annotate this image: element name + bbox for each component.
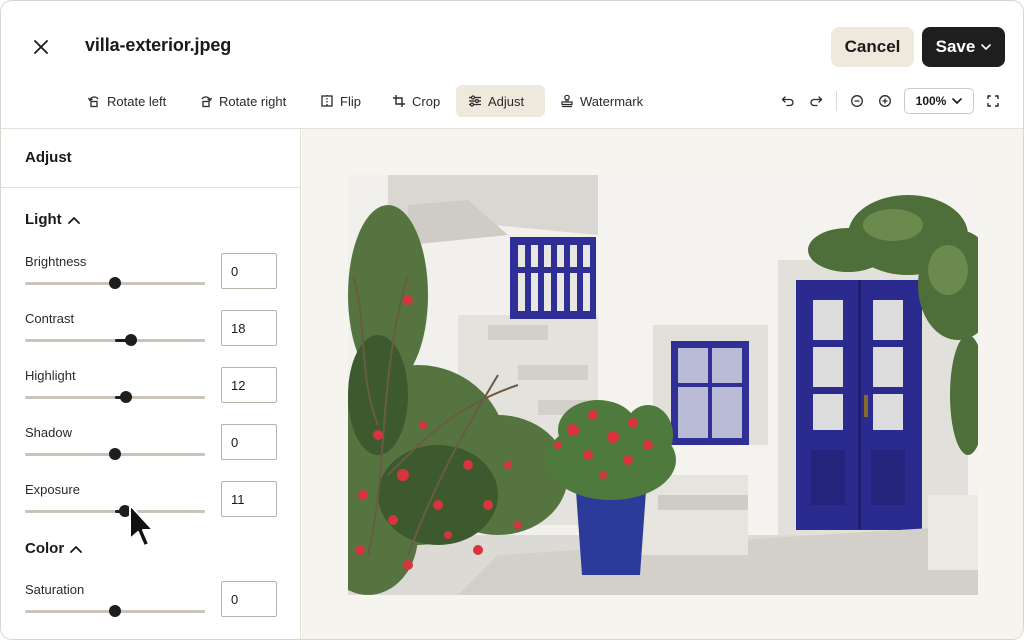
shadow-label: Shadow [25,425,72,440]
zoom-in-icon [879,95,891,107]
villa-photo [348,175,978,595]
exposure-label: Exposure [25,482,80,497]
fullscreen-button[interactable] [983,91,1003,111]
save-button[interactable]: Save [922,27,1005,67]
brightness-label: Brightness [25,254,87,269]
section-light-toggle[interactable]: Light [25,211,80,228]
exposure-input[interactable] [221,481,277,517]
slider-thumb[interactable] [125,334,138,346]
brightness-input[interactable] [221,253,277,289]
adjust-panel: Adjust Light Brightness Contrast Highlig… [1,129,301,639]
highlight-slider[interactable] [25,390,205,404]
rotate-right-icon [201,96,213,108]
saturation-input[interactable] [221,581,277,617]
tool-watermark[interactable]: Watermark [548,85,655,117]
contrast-label: Contrast [25,311,75,326]
header: villa-exterior.jpeg Cancel Save [1,1,1023,91]
zoom-out-button[interactable] [847,91,867,111]
sliders-icon [469,95,481,107]
image-canvas[interactable] [302,129,1023,639]
flip-icon [321,95,333,107]
undo-button[interactable] [778,91,798,111]
slider-thumb[interactable] [109,605,121,617]
saturation-label: Saturation [25,582,85,597]
photo-preview[interactable] [348,175,978,595]
slider-thumb[interactable] [118,505,131,517]
chevron-up-icon [67,216,80,224]
zoom-out-icon [851,95,863,107]
panel-divider [1,187,301,188]
section-color-toggle[interactable]: Color [25,540,83,557]
close-button[interactable] [29,35,53,59]
save-button-label: Save [935,37,976,56]
zoom-select[interactable]: 100% [904,88,974,114]
cancel-button[interactable]: Cancel [831,27,914,67]
shadow-slider[interactable] [25,447,205,461]
brightness-slider[interactable] [25,276,205,290]
contrast-slider[interactable] [25,333,205,347]
tool-rotate-left[interactable]: Rotate left [75,85,178,117]
redo-button[interactable] [806,91,826,111]
chevron-down-icon [981,44,992,50]
slider-thumb[interactable] [119,391,132,403]
close-icon [34,40,48,54]
highlight-label: Highlight [25,368,76,383]
image-editor-window: villa-exterior.jpeg Cancel Save Rotate l… [0,0,1024,640]
tool-flip[interactable]: Flip [308,85,373,117]
fullscreen-icon [987,95,999,107]
zoom-in-button[interactable] [875,91,895,111]
zoom-value: 100% [915,94,947,108]
toolbar-separator [836,91,837,111]
contrast-input[interactable] [221,310,277,346]
undo-icon [781,96,794,107]
section-title: Light [25,211,62,228]
rotate-left-icon [87,96,99,108]
exposure-slider[interactable] [25,504,205,518]
stamp-icon [561,94,573,108]
tool-crop[interactable]: Crop [380,85,452,117]
slider-thumb[interactable] [109,448,121,460]
highlight-input[interactable] [221,367,277,403]
file-title: villa-exterior.jpeg [85,35,232,55]
saturation-slider[interactable] [25,604,205,618]
tool-rotate-right[interactable]: Rotate right [187,85,298,117]
panel-title: Adjust [25,149,72,166]
shadow-input[interactable] [221,424,277,460]
chevron-down-icon [952,98,963,104]
chevron-up-icon [70,545,83,553]
slider-thumb[interactable] [109,277,121,289]
toolbar: Rotate left Rotate right Flip Crop Adjus… [1,81,1023,129]
crop-icon [393,95,405,107]
section-title: Color [25,540,65,557]
tool-adjust[interactable]: Adjust [456,85,545,117]
redo-icon [810,96,823,107]
